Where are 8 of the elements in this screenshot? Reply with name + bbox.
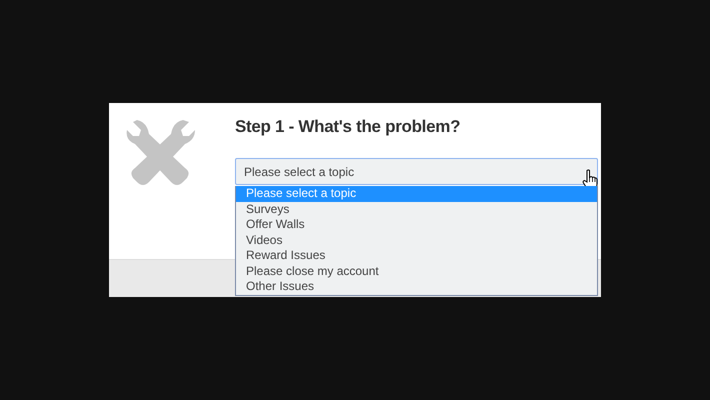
dropdown-option[interactable]: Other Issues — [236, 279, 597, 294]
dropdown-option[interactable]: Please close my account — [236, 264, 597, 279]
dropdown-option[interactable]: Offer Walls — [236, 217, 597, 232]
topic-select[interactable]: Please select a topic — [235, 158, 598, 185]
dropdown-option[interactable]: Surveys — [236, 202, 597, 217]
step-title: Step 1 - What's the problem? — [235, 117, 462, 138]
dropdown-option[interactable]: Reward Issues — [236, 248, 597, 264]
dropdown-option[interactable]: Videos — [236, 232, 597, 248]
